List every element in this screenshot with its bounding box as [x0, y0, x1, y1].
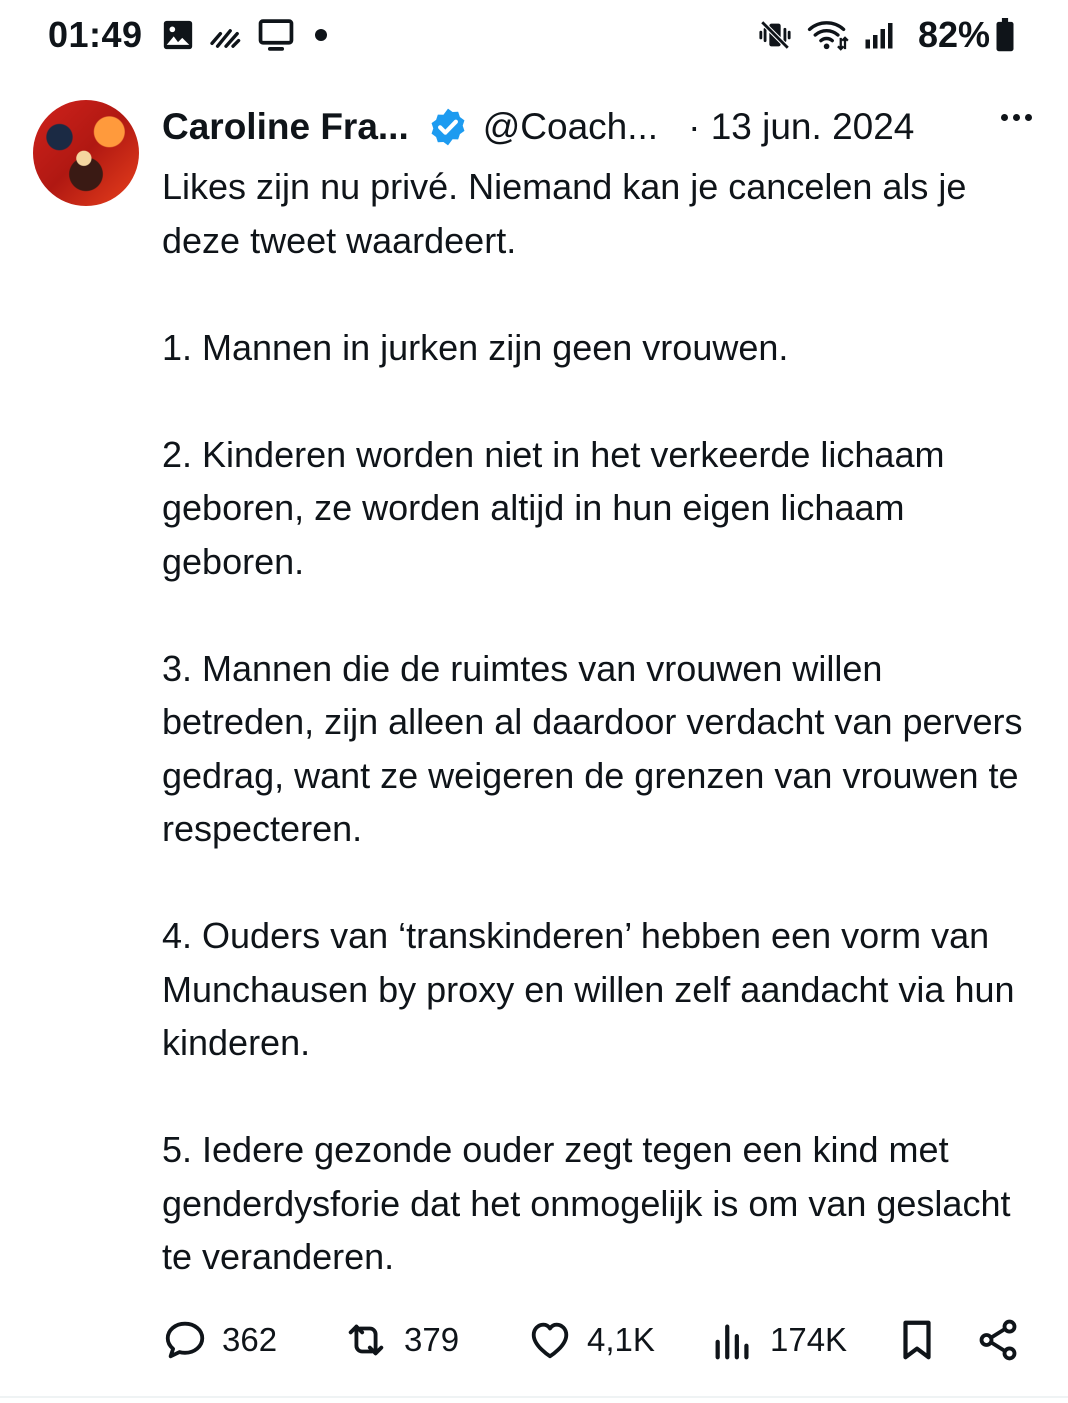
image-icon — [161, 18, 195, 52]
status-left: 01:49 — [48, 14, 327, 56]
avatar[interactable] — [33, 100, 139, 206]
share-icon — [979, 1319, 1017, 1361]
tweet-paragraph: 5. Iedere gezonde ouder zegt tegen een k… — [162, 1129, 1011, 1277]
wifi-icon — [806, 18, 850, 52]
user-handle[interactable]: @Coach... — [483, 106, 658, 148]
battery-percentage: 82% — [917, 14, 990, 55]
views-count: 174K — [770, 1321, 848, 1358]
vibrate-mute-icon — [758, 18, 792, 52]
battery-icon — [994, 18, 1016, 52]
status-bar: 01:49 82% — [0, 0, 1068, 70]
action-bar: 362 379 4,1K 174K — [0, 1310, 1068, 1370]
tweet-paragraph: 1. Mannen in jurken zijn geen vrouwen. — [162, 326, 789, 368]
screen-cast-icon — [257, 18, 295, 52]
repost-icon — [348, 1324, 384, 1356]
reply-count: 362 — [222, 1321, 278, 1358]
tweet-text: Likes zijn nu privé. Niemand kan je canc… — [162, 160, 1042, 1284]
bookmark-button[interactable] — [894, 1310, 940, 1370]
like-count: 4,1K — [587, 1321, 655, 1358]
heart-icon — [531, 1322, 569, 1359]
views-chart-icon — [715, 1324, 749, 1360]
views-button[interactable]: 174K — [710, 1310, 847, 1370]
cell-signal-icon — [864, 20, 894, 50]
reply-button[interactable]: 362 — [162, 1310, 277, 1370]
share-button[interactable] — [975, 1310, 1021, 1370]
tweet-paragraph: Likes zijn nu privé. Niemand kan je canc… — [162, 166, 967, 261]
tweet-paragraph: 4. Ouders van ‘transkinderen’ hebben een… — [162, 915, 1015, 1063]
tweet-paragraph: 2. Kinderen worden niet in het verkeerde… — [162, 433, 945, 582]
more-options-icon[interactable] — [1001, 114, 1032, 121]
display-name[interactable]: Caroline Fra... — [162, 106, 409, 148]
repost-count: 379 — [404, 1321, 460, 1358]
tweet-date[interactable]: · 13 jun. 2024 — [688, 106, 914, 148]
notification-dot-icon — [314, 29, 327, 41]
tweet-paragraph: 3. Mannen die de ruimtes van vrouwen wil… — [162, 647, 1023, 850]
reply-icon — [165, 1321, 205, 1359]
like-button[interactable]: 4,1K — [527, 1310, 655, 1370]
repost-button[interactable]: 379 — [342, 1310, 459, 1370]
bookmark-icon — [903, 1320, 931, 1360]
tweet-header: Caroline Fra... @Coach... · 13 jun. 2024 — [162, 102, 1032, 152]
divider — [0, 1396, 1068, 1398]
signal-activity-icon — [209, 21, 243, 49]
status-right: 82% — [758, 14, 1016, 56]
screen: 01:49 82% Caroline Fra... @Coach... · 13… — [0, 0, 1068, 1403]
status-time: 01:49 — [48, 14, 143, 55]
verified-badge-icon[interactable] — [427, 106, 469, 148]
